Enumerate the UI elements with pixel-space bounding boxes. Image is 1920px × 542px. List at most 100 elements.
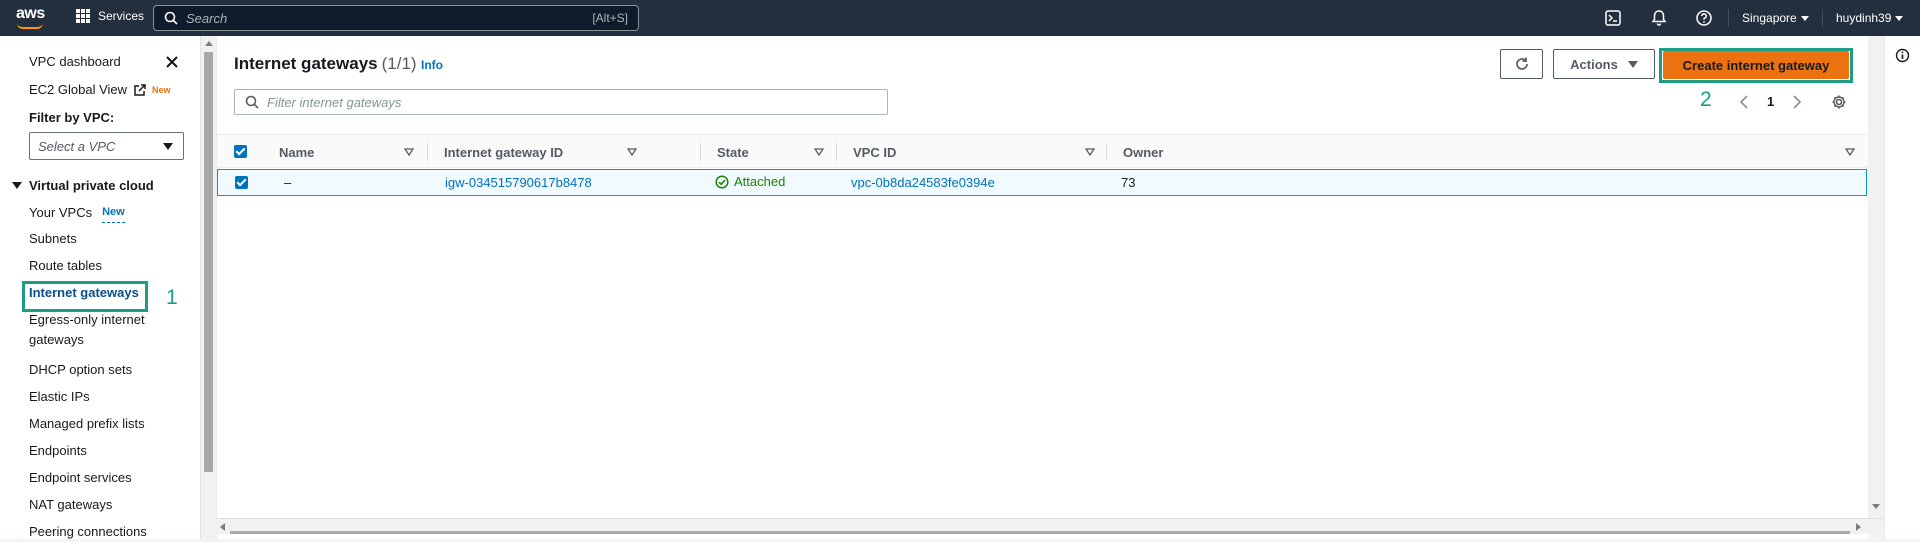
column-label: Name [279, 144, 315, 160]
scroll-up-arrow-icon[interactable] [205, 41, 213, 46]
actions-button[interactable]: Actions [1553, 49, 1655, 79]
highlight-box-step-1 [22, 281, 148, 312]
chevron-right-icon[interactable] [1792, 95, 1802, 109]
region-selector[interactable]: Singapore [1742, 11, 1809, 25]
sidebar-item-your-vpcs[interactable]: Your VPCs New [29, 202, 125, 223]
actions-label: Actions [1570, 56, 1618, 72]
search-icon [245, 95, 259, 109]
your-vpcs-label: Your VPCs [29, 204, 93, 220]
select-all-checkbox[interactable] [234, 145, 247, 158]
aws-logo[interactable]: aws [14, 5, 48, 31]
sidebar-item-subnets[interactable]: Subnets [29, 229, 77, 249]
sidebar-item-peering-connections[interactable]: Peering connections [29, 522, 147, 542]
sidebar-item-managed-prefix-lists[interactable]: Managed prefix lists [29, 414, 145, 434]
check-circle-icon [715, 174, 729, 189]
row-checkbox[interactable] [235, 176, 248, 189]
column-header-owner[interactable]: Owner [1107, 135, 1867, 169]
nav-divider [1728, 9, 1729, 27]
sidebar-item-elastic-ips[interactable]: Elastic IPs [29, 387, 90, 407]
scrollbar-thumb[interactable] [230, 531, 1850, 534]
table-row[interactable]: – igw-034515790617b8478 Attached vpc-0b8… [217, 169, 1867, 196]
services-menu-button[interactable]: Services [76, 9, 144, 23]
top-navigation: aws Services [Alt+S] Singapore huydinh39 [0, 0, 1920, 36]
column-header-internet-gateway-id[interactable]: Internet gateway ID [428, 135, 649, 169]
caret-down-icon [12, 182, 22, 189]
cell-vpc-id-link[interactable]: vpc-0b8da24583fe0394e [851, 175, 995, 190]
ec2-global-view-label: EC2 Global View [29, 82, 128, 97]
info-icon[interactable] [1895, 48, 1910, 63]
account-menu[interactable]: huydinh39 [1836, 11, 1904, 25]
search-input[interactable] [186, 10, 593, 26]
sidebar-item-nat-gateways[interactable]: NAT gateways [29, 495, 112, 515]
main-horizontal-scrollbar[interactable] [216, 518, 1884, 534]
column-label: Owner [1123, 144, 1164, 160]
filter-by-vpc-label: Filter by VPC: [29, 110, 115, 125]
sidebar-item-endpoint-services[interactable]: Endpoint services [29, 468, 132, 488]
scrollbar-thumb[interactable] [204, 52, 213, 472]
external-link-icon [134, 83, 146, 96]
aws-logo-text: aws [16, 5, 45, 22]
sidebar-item-ec2-global-view[interactable]: EC2 Global View New [29, 80, 171, 100]
section-virtual-private-cloud[interactable]: Virtual private cloud [12, 178, 154, 193]
sidebar-scrollbar[interactable] [200, 36, 216, 539]
step-1-label: 1 [166, 286, 178, 309]
refresh-button[interactable] [1500, 49, 1543, 79]
section-label: Virtual private cloud [29, 178, 154, 193]
state-text: Attached [734, 174, 786, 189]
refresh-icon [1515, 57, 1528, 70]
column-label: Internet gateway ID [444, 144, 564, 160]
sort-icon[interactable] [627, 148, 637, 156]
main-vertical-scrollbar[interactable] [1868, 36, 1884, 532]
aws-smile-icon [17, 23, 43, 29]
help-icon[interactable] [1695, 9, 1713, 27]
sidebar-item-egress-only-internet-gateways-line2[interactable]: gateways [29, 330, 84, 350]
search-shortcut-hint: [Alt+S] [592, 11, 628, 25]
filter-box[interactable] [234, 89, 888, 115]
right-rail [1884, 36, 1920, 539]
close-icon[interactable] [164, 54, 180, 70]
new-badge: New [152, 85, 171, 95]
sort-icon[interactable] [814, 148, 824, 156]
region-label: Singapore [1742, 11, 1797, 25]
notifications-bell-icon[interactable] [1650, 9, 1668, 27]
account-name: huydinh39 [1836, 11, 1892, 25]
column-header-vpc-id[interactable]: VPC ID [837, 135, 1107, 169]
filter-input[interactable] [267, 94, 887, 110]
scroll-right-arrow-icon[interactable] [1856, 523, 1861, 531]
column-label: State [717, 144, 749, 160]
caret-down-icon [1627, 60, 1638, 68]
new-link[interactable]: New [102, 202, 125, 223]
vpc-filter-select[interactable]: Select a VPC [29, 132, 184, 160]
settings-gear-icon[interactable] [1831, 94, 1847, 110]
sidebar-item-endpoints[interactable]: Endpoints [29, 441, 87, 461]
search-icon [164, 11, 178, 25]
column-header-name[interactable]: Name [263, 135, 426, 169]
sidebar-item-dhcp-option-sets[interactable]: DHCP option sets [29, 360, 132, 380]
cell-owner: 73 [1121, 175, 1136, 190]
services-label: Services [98, 9, 145, 23]
scroll-down-arrow-icon[interactable] [1872, 504, 1880, 509]
cloudshell-icon[interactable] [1604, 9, 1622, 27]
sidebar-item-egress-only-internet-gateways[interactable]: Egress-only internet [29, 310, 145, 330]
chevron-left-icon[interactable] [1739, 95, 1749, 109]
table-header: Name Internet gateway ID State VPC ID Ow… [217, 134, 1868, 168]
column-header-state[interactable]: State [701, 135, 836, 169]
info-link[interactable]: Info [421, 58, 443, 72]
sort-icon[interactable] [1085, 148, 1095, 156]
sort-icon[interactable] [1845, 148, 1855, 156]
caret-down-icon [1800, 15, 1809, 21]
cell-name: – [284, 175, 292, 190]
sidebar-item-vpc-dashboard[interactable]: VPC dashboard [29, 52, 121, 72]
scroll-left-arrow-icon[interactable] [220, 523, 225, 531]
nav-divider [1822, 9, 1823, 27]
sort-icon[interactable] [404, 148, 414, 156]
grid-icon [76, 9, 90, 23]
cell-igw-id-link[interactable]: igw-034515790617b8478 [445, 175, 592, 190]
page-number[interactable]: 1 [1767, 94, 1774, 109]
page-title: Internet gateways (1/1) [234, 54, 417, 74]
cell-state: Attached [715, 174, 785, 189]
sidebar-item-route-tables[interactable]: Route tables [29, 256, 102, 276]
search-box[interactable]: [Alt+S] [153, 5, 639, 31]
caret-down-icon [163, 142, 173, 150]
column-label: VPC ID [853, 144, 897, 160]
